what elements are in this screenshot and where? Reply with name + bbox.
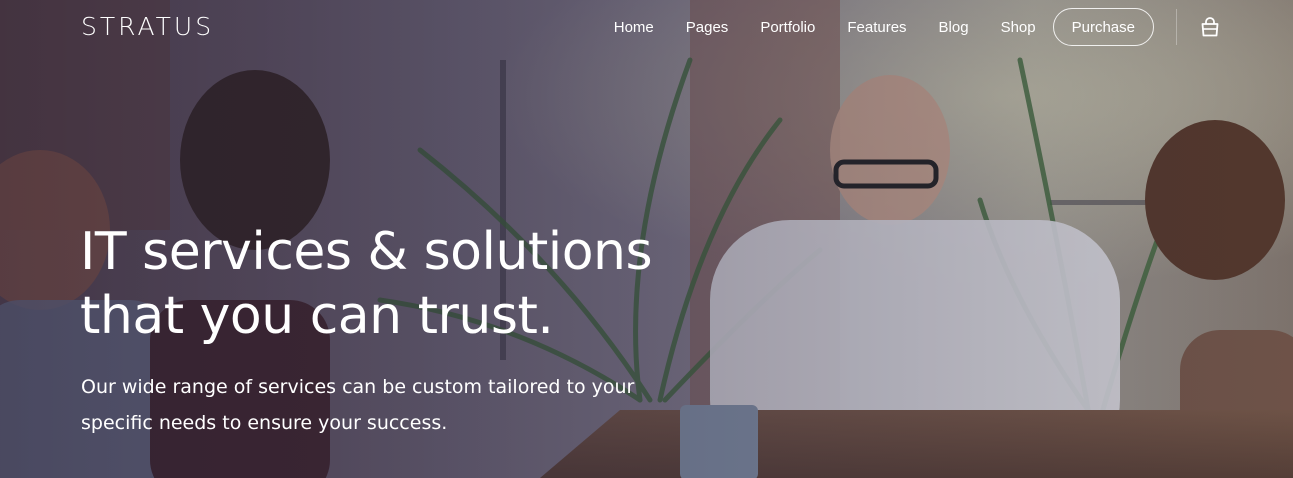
hero-headline: IT services & solutions that you can tru… xyxy=(80,220,653,348)
hero-subtext-line-1: Our wide range of services can be custom… xyxy=(81,376,635,398)
nav-item-shop[interactable]: Shop xyxy=(1001,19,1036,36)
hero-section: STRATUS Home Pages Portfolio Features Bl… xyxy=(0,0,1293,478)
hero-subtext: Our wide range of services can be custom… xyxy=(81,369,701,441)
nav-item-features[interactable]: Features xyxy=(847,19,906,36)
site-logo[interactable]: STRATUS xyxy=(81,10,214,44)
nav-item-pages[interactable]: Pages xyxy=(686,19,729,36)
hero-headline-line-1: IT services & solutions xyxy=(80,222,653,282)
purchase-button[interactable]: Purchase xyxy=(1052,8,1154,46)
main-nav: Home Pages Portfolio Features Blog Shop … xyxy=(614,8,1221,46)
nav-item-blog[interactable]: Blog xyxy=(939,19,969,36)
nav-divider xyxy=(1176,9,1177,45)
nav-item-portfolio[interactable]: Portfolio xyxy=(760,19,815,36)
shopping-bag-icon[interactable] xyxy=(1199,16,1221,38)
nav-item-home[interactable]: Home xyxy=(614,19,654,36)
hero-subtext-line-2: specific needs to ensure your success. xyxy=(81,412,448,434)
hero-headline-line-2: that you can trust. xyxy=(80,286,554,346)
